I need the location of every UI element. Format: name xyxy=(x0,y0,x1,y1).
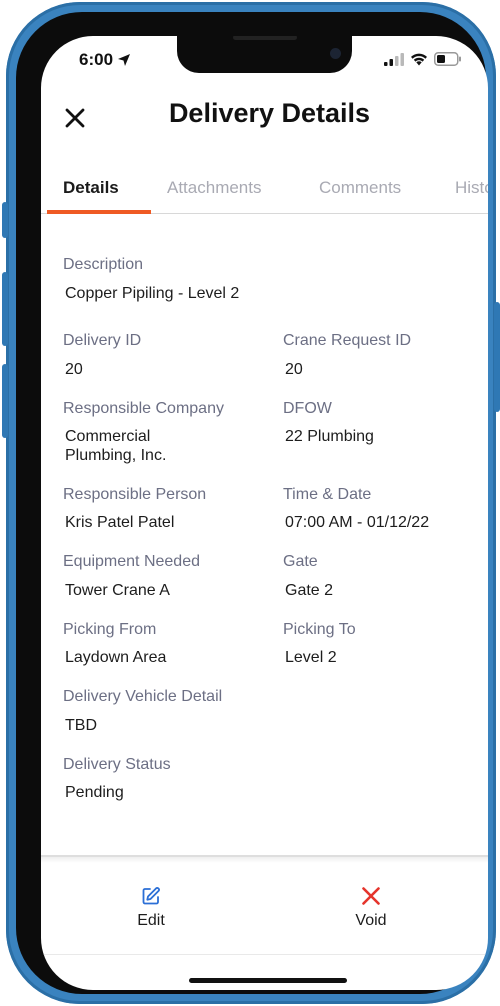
edit-icon xyxy=(142,887,160,905)
picking-from-label: Picking From xyxy=(63,621,157,638)
vehicle-detail-label: Delivery Vehicle Detail xyxy=(63,688,223,705)
vehicle-detail-value: TBD xyxy=(65,717,97,734)
equipment-needed-label: Equipment Needed xyxy=(63,553,200,570)
home-indicator[interactable] xyxy=(189,978,347,983)
status-icons xyxy=(384,52,462,66)
side-button-volume-down xyxy=(2,364,8,438)
edit-label: Edit xyxy=(137,912,165,929)
picking-to-label: Picking To xyxy=(283,621,356,638)
picking-from-value: Laydown Area xyxy=(65,649,167,666)
speaker-grille xyxy=(233,36,297,40)
gate-label: Gate xyxy=(283,553,318,570)
action-bar-divider xyxy=(41,855,488,863)
void-x-icon xyxy=(362,887,380,905)
side-button-power xyxy=(494,302,500,412)
responsible-company-value-line1: Commercial xyxy=(65,428,151,445)
responsible-person-value: Kris Patel Patel xyxy=(65,514,175,531)
time-date-label: Time & Date xyxy=(283,486,372,503)
dfow-label: DFOW xyxy=(283,400,332,417)
gate-value: Gate 2 xyxy=(285,582,334,599)
tab-bar: Details Attachments Comments History xyxy=(41,166,488,214)
void-label: Void xyxy=(355,912,387,929)
status-time: 6:00 xyxy=(79,50,131,70)
picking-to-value: Level 2 xyxy=(285,649,337,666)
crane-request-id-value: 20 xyxy=(285,361,303,378)
tab-comments[interactable]: Comments xyxy=(319,178,401,198)
responsible-person-label: Responsible Person xyxy=(63,486,207,503)
delivery-id-value: 20 xyxy=(65,361,83,378)
tab-attachments[interactable]: Attachments xyxy=(167,178,262,198)
side-button-volume-up xyxy=(2,272,8,346)
description-label: Description xyxy=(63,256,144,273)
time-date-value: 07:00 AM - 01/12/22 xyxy=(285,514,430,531)
delivery-status-label: Delivery Status xyxy=(63,756,171,773)
status-time-text: 6:00 xyxy=(79,50,114,69)
dfow-value: 22 Plumbing xyxy=(285,428,374,445)
edit-button[interactable]: Edit xyxy=(91,886,211,930)
phone-frame: 6:00 Delivery Details Details Attachment… xyxy=(2,2,500,1004)
page-title: Delivery Details xyxy=(168,98,371,128)
app-screen: 6:00 Delivery Details Details Attachment… xyxy=(41,36,488,990)
battery-icon xyxy=(434,52,461,66)
responsible-company-value-line2: Plumbing, Inc. xyxy=(65,447,167,464)
equipment-needed-value: Tower Crane A xyxy=(65,582,170,599)
phone-bezel: 6:00 Delivery Details Details Attachment… xyxy=(16,12,488,994)
side-button-action xyxy=(2,202,8,238)
tab-details[interactable]: Details xyxy=(63,178,119,198)
responsible-company-label: Responsible Company xyxy=(63,400,224,417)
cellular-signal-icon xyxy=(384,52,404,66)
active-tab-indicator xyxy=(47,210,151,214)
void-button[interactable]: Void xyxy=(311,886,431,930)
crane-request-id-label: Crane Request ID xyxy=(283,332,412,349)
bottom-separator xyxy=(41,954,488,955)
description-value: Copper Pipiling - Level 2 xyxy=(65,285,240,302)
notch xyxy=(177,36,352,73)
tab-history[interactable]: History xyxy=(455,178,488,198)
camera-icon xyxy=(330,48,341,59)
wifi-icon xyxy=(411,53,427,65)
location-arrow-icon xyxy=(118,54,131,66)
delivery-status-value: Pending xyxy=(65,784,124,801)
delivery-id-label: Delivery ID xyxy=(63,332,142,349)
